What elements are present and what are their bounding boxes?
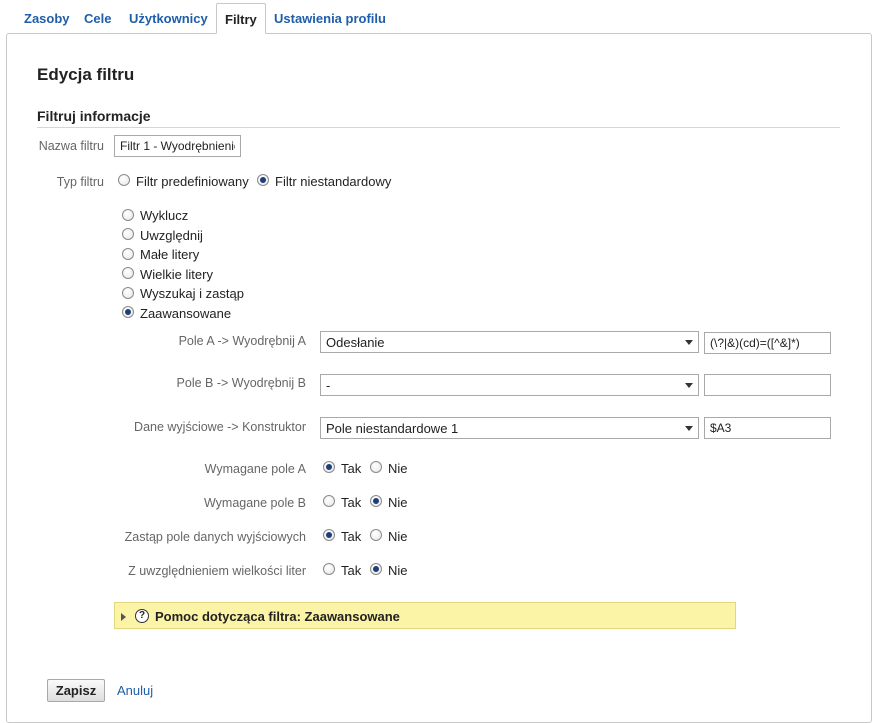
- filter-name-input[interactable]: [114, 135, 241, 157]
- radio-override-output-no[interactable]: [370, 529, 382, 541]
- section-title: Filtruj informacje: [37, 108, 151, 124]
- option-label: Zaawansowane: [140, 306, 232, 321]
- help-bar[interactable]: ? Pomoc dotycząca filtra: Zaawansowane: [114, 602, 736, 629]
- field-a-pattern-input[interactable]: [704, 332, 831, 354]
- option-label: Uwzględnij: [140, 228, 203, 243]
- option-label: Nie: [388, 529, 408, 544]
- save-button[interactable]: Zapisz: [47, 679, 105, 702]
- radio-wyklucz[interactable]: [122, 209, 134, 221]
- output-constructor-input[interactable]: [704, 417, 831, 439]
- case-sensitive-label: Z uwzględnieniem wielkości liter: [128, 564, 306, 578]
- field-a-select-value: Odesłanie: [326, 335, 385, 350]
- cancel-link[interactable]: Anuluj: [117, 683, 153, 698]
- option-label: Nie: [388, 563, 408, 578]
- expand-arrow-icon: [121, 613, 126, 621]
- radio-filtr-predefiniowany[interactable]: [118, 174, 130, 186]
- option-label: Małe litery: [140, 247, 200, 262]
- field-a-label: Pole A -> Wyodrębnij A: [178, 334, 306, 348]
- option-label: Tak: [341, 495, 362, 510]
- option-label: Nie: [388, 495, 408, 510]
- radio-required-a-no[interactable]: [370, 461, 382, 473]
- form-area: Edycja filtru Filtruj informacje Nazwa f…: [0, 0, 880, 707]
- option-label: Wyszukaj i zastąp: [140, 286, 244, 301]
- radio-uwzglednij[interactable]: [122, 228, 134, 240]
- filter-name-label: Nazwa filtru: [38, 139, 104, 153]
- radio-wyszukaj-i-zastap[interactable]: [122, 287, 134, 299]
- radio-required-b-no[interactable]: [370, 495, 382, 507]
- radio-male-litery[interactable]: [122, 248, 134, 260]
- radio-override-output-yes[interactable]: [323, 529, 335, 541]
- field-b-select[interactable]: -: [320, 374, 699, 396]
- output-label: Dane wyjściowe -> Konstruktor: [134, 420, 306, 434]
- section-divider: [37, 127, 840, 128]
- radio-case-sensitive-no[interactable]: [370, 563, 382, 575]
- option-label: Tak: [341, 563, 362, 578]
- radio-zaawansowane[interactable]: [122, 306, 134, 318]
- chevron-down-icon: [685, 383, 693, 388]
- field-b-select-value: -: [326, 378, 331, 393]
- page-title: Edycja filtru: [37, 65, 135, 84]
- help-text: Pomoc dotycząca filtra: Zaawansowane: [155, 609, 400, 624]
- option-label: Wielkie litery: [140, 267, 213, 282]
- required-b-label: Wymagane pole B: [203, 496, 306, 510]
- override-output-label: Zastąp pole danych wyjściowych: [124, 530, 306, 544]
- radio-case-sensitive-yes[interactable]: [323, 563, 335, 575]
- required-a-label: Wymagane pole A: [204, 462, 306, 476]
- field-b-pattern-input[interactable]: [704, 374, 831, 396]
- option-label: Wyklucz: [140, 208, 189, 223]
- chevron-down-icon: [685, 426, 693, 431]
- field-b-label: Pole B -> Wyodrębnij B: [176, 376, 306, 390]
- option-label: Tak: [341, 461, 362, 476]
- option-label: Filtr niestandardowy: [275, 174, 392, 189]
- option-label: Filtr predefiniowany: [136, 174, 249, 189]
- option-label: Tak: [341, 529, 362, 544]
- output-select[interactable]: Pole niestandardowe 1: [320, 417, 699, 439]
- chevron-down-icon: [685, 340, 693, 345]
- radio-wielkie-litery[interactable]: [122, 267, 134, 279]
- radio-required-b-yes[interactable]: [323, 495, 335, 507]
- question-icon: ?: [135, 609, 149, 623]
- radio-filtr-niestandardowy[interactable]: [257, 174, 269, 186]
- option-label: Nie: [388, 461, 408, 476]
- output-select-value: Pole niestandardowe 1: [326, 421, 459, 436]
- filter-type-label: Typ filtru: [56, 175, 104, 189]
- radio-required-a-yes[interactable]: [323, 461, 335, 473]
- field-a-select[interactable]: Odesłanie: [320, 331, 699, 353]
